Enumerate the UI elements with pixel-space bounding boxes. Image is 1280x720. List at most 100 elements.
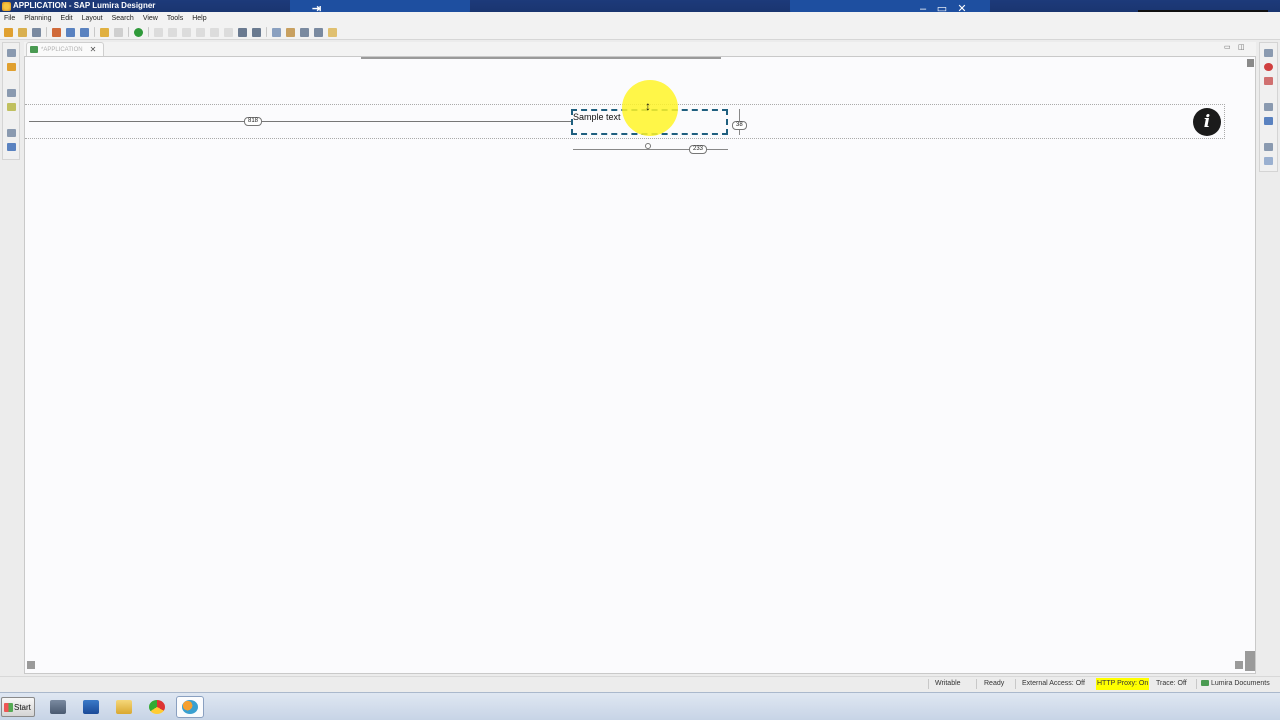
powershell-icon [83, 700, 99, 714]
window-title-text: APPLICATION - SAP Lumira Designer [13, 1, 156, 10]
menu-search[interactable]: Search [112, 12, 134, 25]
data-source-icon[interactable] [52, 27, 61, 37]
restore-view-icon[interactable] [7, 49, 16, 57]
status-trace: Trace: Off [1156, 680, 1187, 687]
menu-tools[interactable]: Tools [167, 12, 183, 25]
tab-application[interactable]: *APPLICATION ✕ [26, 42, 104, 56]
restore-view-icon[interactable] [7, 129, 16, 137]
server-manager-icon [50, 700, 66, 714]
tab-close-icon[interactable]: ✕ [90, 45, 97, 54]
execute-icon[interactable] [134, 27, 143, 37]
link-icon[interactable] [286, 27, 295, 37]
left-margin-guide [29, 121, 573, 122]
taskbar-lumira-designer[interactable] [176, 696, 204, 718]
undo-icon[interactable] [100, 27, 109, 37]
taskbar-explorer[interactable] [110, 696, 138, 718]
left-margin-badge: 818 [244, 117, 263, 126]
design-canvas[interactable]: 818 Sample text ↕ 38 233 i [24, 56, 1256, 674]
taskbar-chrome[interactable] [143, 696, 171, 718]
redo-icon[interactable] [114, 27, 123, 37]
minimize-editor-icon[interactable]: ▭ [1224, 43, 1231, 51]
status-writable: Writable [935, 680, 961, 687]
copy-icon[interactable] [66, 27, 75, 37]
horizontal-scroll-right[interactable] [1235, 661, 1243, 669]
menu-file[interactable]: File [4, 12, 15, 25]
toolbar [0, 25, 1280, 40]
windows-flag-icon [4, 702, 13, 712]
status-ready: Ready [984, 680, 1005, 687]
theme-icon[interactable] [328, 27, 337, 37]
toolbar-separator [94, 27, 95, 37]
properties-view-icon[interactable] [7, 143, 16, 151]
lumira-designer-icon [182, 700, 198, 714]
taskbar-server-manager[interactable] [44, 696, 72, 718]
align-right-icon[interactable] [182, 27, 191, 37]
move-icon[interactable] [252, 27, 261, 37]
text-component-content: Sample text [573, 112, 621, 122]
horizontal-scroll-left[interactable] [27, 661, 35, 669]
grid-icon[interactable] [314, 27, 323, 37]
explorer-folder-icon [116, 700, 132, 714]
fit-icon[interactable] [238, 27, 247, 37]
height-badge: 38 [732, 121, 747, 130]
status-separator [976, 679, 977, 689]
width-badge: 233 [689, 145, 708, 154]
menubar: File Planning Edit Layout Search View To… [0, 12, 1280, 25]
toolbar-separator [148, 27, 149, 37]
status-documents[interactable]: Lumira Documents [1201, 678, 1270, 690]
editor-tabbar: *APPLICATION ✕ ▭ ◫ [24, 42, 1256, 56]
outline-icon[interactable] [7, 63, 16, 71]
window-titlebar: APPLICATION - SAP Lumira Designer ⇥ – ▭ … [0, 0, 1280, 18]
toolbar-separator [46, 27, 47, 37]
menu-help[interactable]: Help [192, 12, 206, 25]
taskbar: Start [0, 692, 1280, 720]
chrome-icon [149, 700, 165, 714]
new-icon[interactable] [4, 27, 13, 37]
scroll-corner [1245, 651, 1255, 671]
status-separator [1015, 679, 1016, 689]
statusbar: Writable Ready External Access: Off HTTP… [0, 676, 1280, 690]
restore-view-icon[interactable] [1264, 49, 1273, 57]
vertical-scroll-up[interactable] [1247, 59, 1254, 67]
menu-layout[interactable]: Layout [82, 12, 103, 25]
start-button[interactable]: Start [1, 697, 35, 717]
info-icon[interactable]: i [1193, 108, 1221, 136]
status-separator [1196, 679, 1197, 689]
window-title: APPLICATION - SAP Lumira Designer [2, 0, 155, 12]
loading-progress-line [361, 57, 721, 59]
open-icon[interactable] [18, 27, 27, 37]
resize-cursor-icon: ↕ [645, 99, 651, 113]
application-icon [30, 46, 38, 53]
right-view-strip [1259, 42, 1278, 172]
problems-icon[interactable] [1264, 77, 1273, 85]
taskbar-powershell[interactable] [77, 696, 105, 718]
left-view-strip [2, 42, 20, 160]
align-bottom-icon[interactable] [224, 27, 233, 37]
restore-view-icon[interactable] [7, 89, 16, 97]
properties-icon[interactable] [300, 27, 309, 37]
data-sources-icon[interactable] [1264, 157, 1273, 165]
paste-icon[interactable] [80, 27, 89, 37]
toolbar-separator [128, 27, 129, 37]
layout-icon[interactable] [272, 27, 281, 37]
align-left-icon[interactable] [154, 27, 163, 37]
tab-application-label: *APPLICATION [41, 46, 83, 53]
maximize-editor-icon[interactable]: ◫ [1238, 43, 1245, 51]
status-documents-label: Lumira Documents [1211, 680, 1270, 687]
components-icon[interactable] [7, 103, 16, 111]
align-center-icon[interactable] [168, 27, 177, 37]
scripts-icon[interactable] [1264, 117, 1273, 125]
restore-view-icon[interactable] [1264, 103, 1273, 111]
menu-edit[interactable]: Edit [61, 12, 73, 25]
menu-planning[interactable]: Planning [24, 12, 51, 25]
align-top-icon[interactable] [196, 27, 205, 37]
error-log-icon[interactable] [1264, 63, 1273, 71]
restore-view-icon[interactable] [1264, 143, 1273, 151]
status-separator [928, 679, 929, 689]
menu-view[interactable]: View [143, 12, 158, 25]
status-external-access: External Access: Off [1022, 680, 1085, 687]
save-icon[interactable] [32, 27, 41, 37]
documents-icon [1201, 680, 1209, 687]
align-middle-icon[interactable] [210, 27, 219, 37]
lumira-app-icon [2, 1, 11, 11]
